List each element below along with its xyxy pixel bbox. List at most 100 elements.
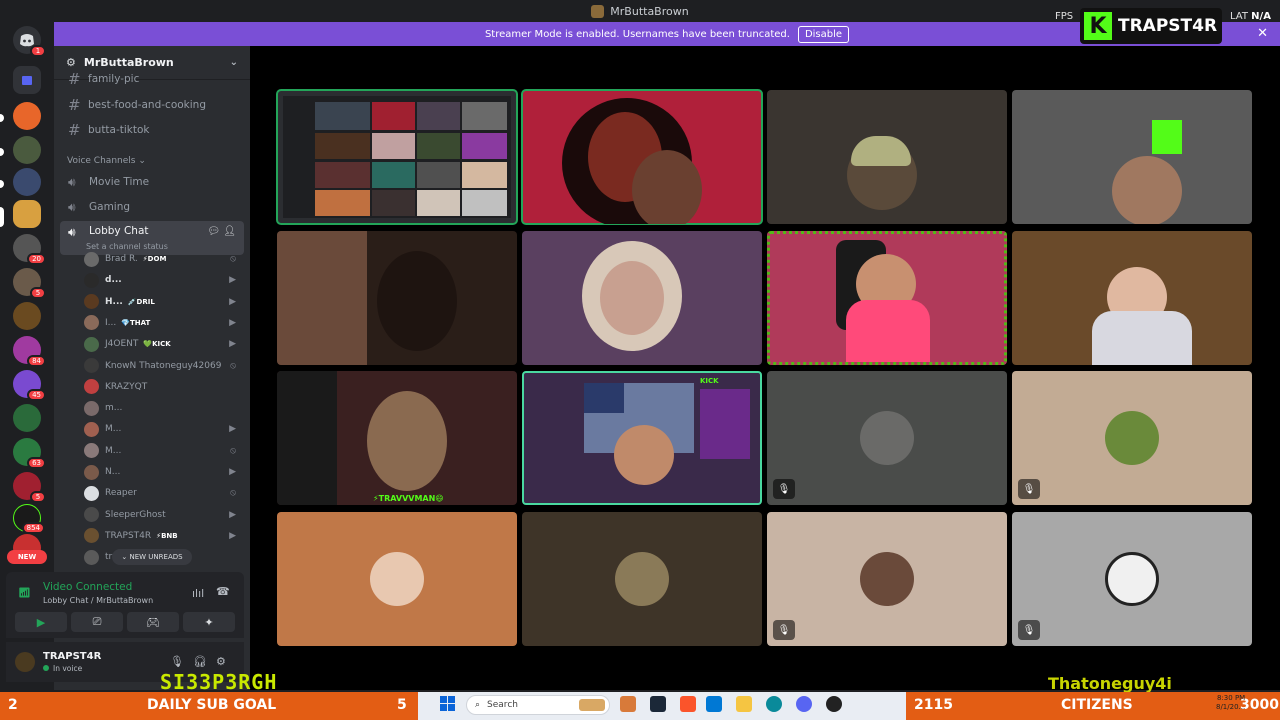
server-icon-kick[interactable]: 854: [13, 504, 45, 534]
video-tile-user[interactable]: [522, 231, 762, 365]
taskbar-search[interactable]: ⌕ Search: [466, 695, 610, 715]
disable-streamer-mode-button[interactable]: Disable: [797, 25, 850, 43]
voice-member[interactable]: H... 💉DRIL ▶︎: [84, 292, 242, 312]
voice-member[interactable]: KnowN Thatoneguy42069 ⦸: [84, 356, 242, 376]
video-tile-avatar[interactable]: [522, 512, 762, 646]
server-icon-purple[interactable]: 45: [13, 370, 46, 401]
server-icon-peach[interactable]: [13, 102, 41, 130]
brave-icon[interactable]: [680, 696, 696, 712]
user-avatar: [1105, 411, 1159, 465]
disconnect-icon[interactable]: ☎︎: [216, 585, 230, 598]
voice-member[interactable]: KRAZYQT: [84, 377, 242, 397]
video-tile-avatar[interactable]: 🎙︎: [767, 371, 1007, 505]
voice-location[interactable]: Lobby Chat / MrButtaBrown: [43, 596, 153, 605]
discord-home-icon[interactable]: 1: [13, 26, 46, 57]
server-icon-forest[interactable]: [13, 302, 41, 330]
voice-member[interactable]: Reaper ⦸: [84, 483, 242, 503]
video-tile-avatar[interactable]: 🎙︎: [1012, 371, 1252, 505]
server-icon-green[interactable]: [13, 404, 41, 432]
camera-icon: ▶︎: [229, 339, 236, 350]
voice-member[interactable]: J4OENT 💚KICK ▶︎: [84, 334, 242, 354]
file-explorer-icon[interactable]: [736, 696, 752, 712]
video-tile-cartoon[interactable]: [521, 89, 763, 225]
video-tile-user[interactable]: [767, 90, 1007, 224]
server-icon-pink[interactable]: 84: [13, 336, 46, 367]
member-avatar: [84, 400, 99, 416]
channel-family-pic[interactable]: # family-pic: [60, 70, 244, 88]
video-tile-user[interactable]: [767, 231, 1007, 365]
voice-member[interactable]: d... ▶︎: [84, 270, 242, 290]
soundboard-button[interactable]: ✦: [183, 612, 235, 632]
discord-taskbar-icon[interactable]: [796, 696, 812, 712]
video-tile-travvvman[interactable]: ⚡TRAVVVMAN😄: [277, 371, 517, 505]
channel-movie-time[interactable]: 🔊︎ Movie Time: [60, 171, 244, 193]
stream-overlay-name-left: SI33P3RGH: [160, 670, 278, 694]
new-unreads-button[interactable]: ⌄ NEW UNREADS: [112, 549, 192, 565]
voice-member[interactable]: SleeperGhost ▶︎: [84, 505, 242, 525]
direct-messages-icon[interactable]: [13, 66, 41, 94]
user-avatar: [860, 411, 914, 465]
taskbar-app-icon[interactable]: [620, 696, 636, 712]
speaker-icon: 🔊︎: [68, 174, 76, 189]
obs-icon[interactable]: [826, 696, 842, 712]
server-icon-skull[interactable]: 20: [13, 234, 46, 265]
screen-share-button[interactable]: ⎚: [71, 612, 123, 632]
channel-label: Movie Time: [89, 176, 150, 188]
server-icon-gaming[interactable]: [13, 168, 41, 196]
activities-button[interactable]: 🎮︎: [127, 612, 179, 632]
video-tile-avatar[interactable]: 🎙︎: [767, 512, 1007, 646]
voice-member[interactable]: M... ▶︎: [84, 419, 242, 439]
text-channel-icon: #: [68, 121, 81, 139]
video-tile-user[interactable]: [1012, 90, 1252, 224]
webcam-person: [614, 425, 674, 485]
video-tile-avatar[interactable]: 🎙︎: [1012, 512, 1252, 646]
member-name: J4OENT: [105, 339, 139, 350]
voice-member[interactable]: M... ⦸: [84, 441, 242, 461]
edge-icon[interactable]: [766, 696, 782, 712]
voice-channels-header[interactable]: Voice Channels ⌄: [67, 156, 146, 166]
steam-icon[interactable]: [650, 696, 666, 712]
server-icon-mrbuttabrown[interactable]: [13, 200, 41, 228]
new-unreads-label: NEW UNREADS: [129, 553, 183, 561]
connection-signal-icon[interactable]: 📶︎: [18, 588, 31, 599]
store-icon[interactable]: [706, 696, 722, 712]
video-tile-user[interactable]: [1012, 231, 1252, 365]
sub-goal-target: 5: [397, 697, 407, 713]
notification-badge: 5: [30, 491, 46, 503]
server-icon-leaf[interactable]: [13, 136, 41, 164]
user-settings-icon[interactable]: ⚙: [216, 655, 226, 668]
new-unreads-pill[interactable]: NEW: [7, 550, 47, 564]
chat-bubble-icon[interactable]: 💬︎ 👤︎: [207, 226, 236, 237]
server-icon-red[interactable]: 5: [13, 472, 46, 503]
video-tile-avatar[interactable]: [277, 512, 517, 646]
clock-time: 8:30 PM: [1217, 694, 1246, 702]
channel-gaming[interactable]: 🔊︎ Gaming: [60, 196, 244, 218]
taskbar-clock[interactable]: 8:30 PM 8/1/20...: [1216, 694, 1245, 712]
camera-button[interactable]: ▶︎: [15, 612, 67, 632]
close-icon[interactable]: ✕: [1257, 26, 1268, 41]
noise-suppression-icon[interactable]: ılıl: [192, 587, 204, 600]
voice-status[interactable]: Video Connected: [43, 581, 132, 593]
server-icon-avatar[interactable]: 5: [13, 268, 46, 299]
user-avatar[interactable]: [15, 652, 35, 672]
voice-member[interactable]: Brad R. ⚡DOM ⦸: [84, 249, 242, 269]
video-tile-user[interactable]: [277, 231, 517, 365]
camera-icon: ▶︎: [229, 275, 236, 286]
channel-butta-tiktok[interactable]: # butta-tiktok: [60, 119, 244, 141]
user-name[interactable]: TRAPST4R: [43, 651, 101, 662]
notification-badge: 20: [27, 253, 46, 265]
server-icon-gem[interactable]: 63: [13, 438, 46, 469]
video-tile-user[interactable]: KICK: [522, 371, 762, 505]
channel-best-food-and-cooking[interactable]: # best-food-and-cooking: [60, 94, 244, 116]
video-tile-screenshare[interactable]: [276, 89, 518, 225]
voice-member[interactable]: N... ▶︎: [84, 462, 242, 482]
voice-member[interactable]: I... 💎THAT ▶︎: [84, 313, 242, 333]
voice-member[interactable]: m...: [84, 398, 242, 418]
windows-start-button[interactable]: [440, 696, 456, 712]
headphones-icon[interactable]: 🎧︎: [193, 655, 207, 668]
channel-label: Lobby Chat: [89, 225, 149, 237]
microphone-icon[interactable]: 🎙︎: [170, 655, 184, 668]
nested-tile: [315, 133, 370, 159]
neon-sign: [700, 389, 750, 459]
voice-member[interactable]: TRAPST4R ⚡BNB ▶︎: [84, 526, 242, 546]
